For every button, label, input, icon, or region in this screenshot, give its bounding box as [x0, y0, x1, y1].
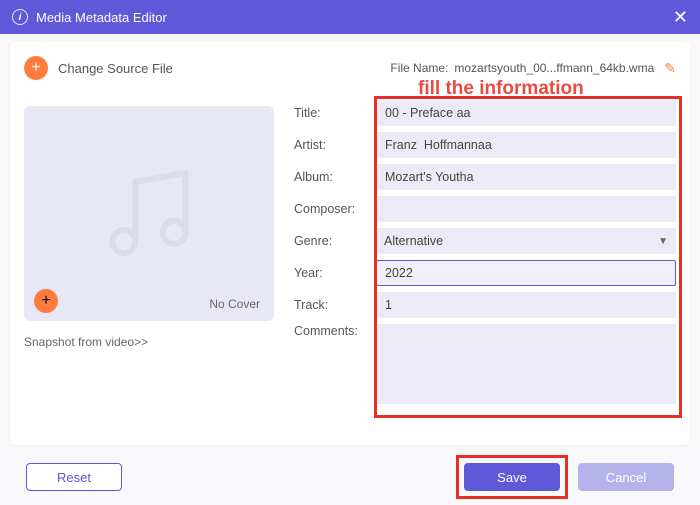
form-column: Title: Artist: Album: Composer: Genre: A… — [294, 86, 676, 445]
cancel-button[interactable]: Cancel — [578, 463, 674, 491]
file-name-label: File Name: — [390, 61, 448, 75]
track-input[interactable] — [376, 292, 676, 318]
music-note-icon — [94, 159, 204, 269]
change-source-button[interactable]: + — [24, 56, 48, 80]
title-input[interactable] — [376, 100, 676, 126]
cover-art-box: No Cover + — [24, 106, 274, 321]
panel-header: + Change Source File File Name: mozartsy… — [24, 56, 676, 80]
artist-label: Artist: — [294, 138, 376, 152]
composer-input[interactable] — [376, 196, 676, 222]
snapshot-link[interactable]: Snapshot from video>> — [24, 335, 274, 349]
bottom-bar: Reset Save Cancel — [0, 453, 700, 505]
artist-input[interactable] — [376, 132, 676, 158]
close-icon[interactable]: ✕ — [673, 7, 688, 28]
main-panel: + Change Source File File Name: mozartsy… — [10, 42, 690, 445]
info-icon: i — [12, 9, 28, 25]
window-title: Media Metadata Editor — [36, 10, 167, 25]
track-label: Track: — [294, 298, 376, 312]
title-label: Title: — [294, 106, 376, 120]
no-cover-label: No Cover — [209, 297, 260, 311]
album-input[interactable] — [376, 164, 676, 190]
change-source-label[interactable]: Change Source File — [58, 61, 173, 76]
file-name-value: mozartsyouth_00...ffmann_64kb.wma — [454, 61, 654, 75]
main-row: No Cover + Snapshot from video>> Title: … — [24, 86, 676, 445]
comments-input[interactable] — [376, 324, 676, 404]
plus-icon: + — [41, 292, 50, 310]
add-cover-button[interactable]: + — [34, 289, 58, 313]
edit-filename-icon[interactable]: ✎ — [664, 60, 676, 77]
reset-button[interactable]: Reset — [26, 463, 122, 491]
composer-label: Composer: — [294, 202, 376, 216]
year-label: Year: — [294, 266, 376, 280]
genre-select[interactable]: Alternative ▼ — [376, 228, 676, 254]
cover-column: No Cover + Snapshot from video>> — [24, 86, 274, 445]
title-bar: i Media Metadata Editor ✕ — [0, 0, 700, 34]
chevron-down-icon: ▼ — [658, 236, 668, 247]
plus-icon: + — [31, 60, 40, 76]
genre-label: Genre: — [294, 234, 376, 248]
year-input[interactable] — [376, 260, 676, 286]
save-button[interactable]: Save — [464, 463, 560, 491]
genre-value: Alternative — [384, 234, 443, 248]
file-name-header: File Name: mozartsyouth_00...ffmann_64kb… — [390, 60, 676, 77]
comments-label: Comments: — [294, 324, 376, 338]
album-label: Album: — [294, 170, 376, 184]
